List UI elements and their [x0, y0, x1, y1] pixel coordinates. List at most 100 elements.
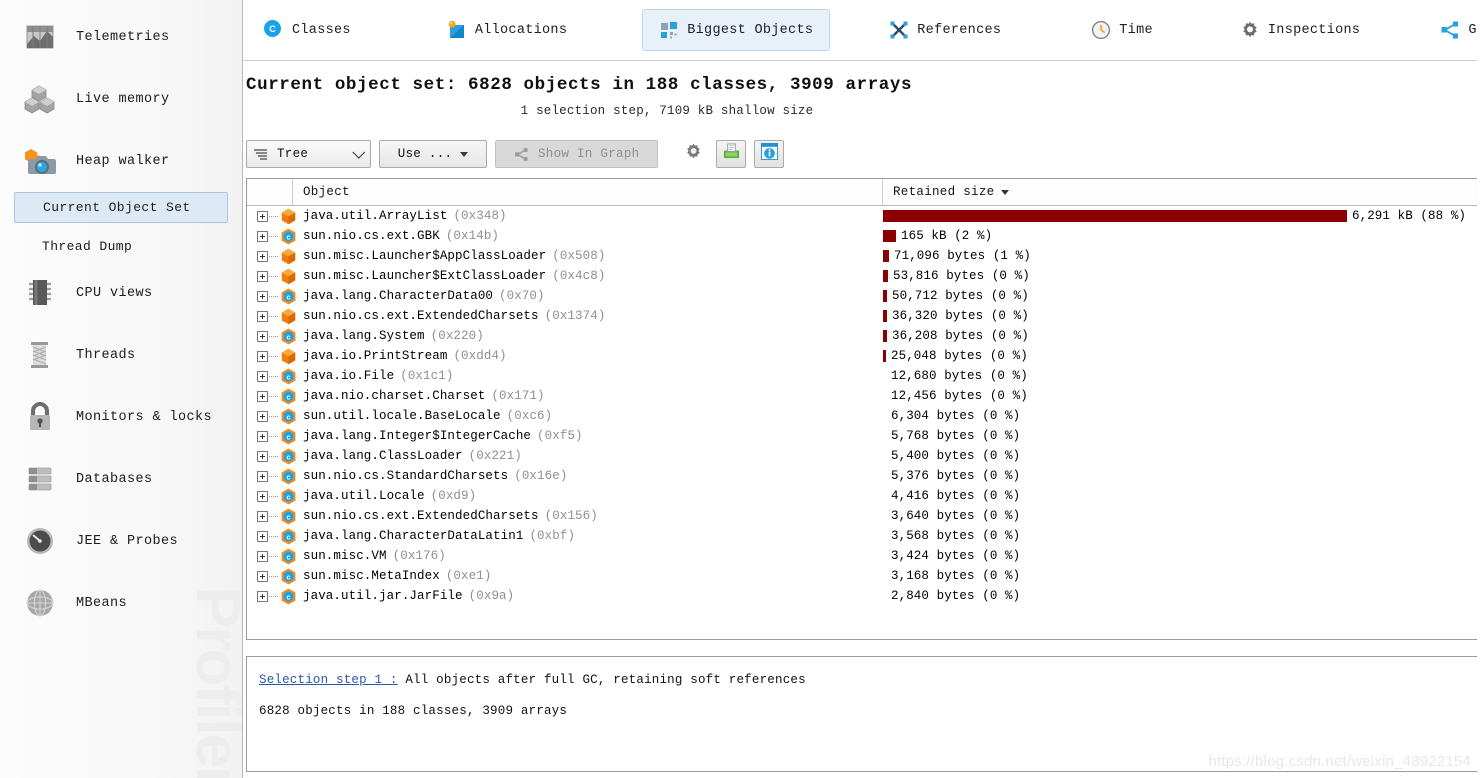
sidebar-item-monitors-locks[interactable]: Monitors & locks: [0, 386, 242, 448]
retained-size-text: 3,640 bytes (0 %): [891, 509, 1021, 523]
expand-icon[interactable]: [257, 210, 268, 222]
expand-icon[interactable]: [257, 370, 268, 382]
table-row[interactable]: c sun.nio.cs.ext.GBK (0x14b) 165 kB (2 %): [247, 226, 1477, 246]
sidebar-item-mbeans[interactable]: MBeans: [0, 572, 242, 634]
table-row[interactable]: c java.util.jar.JarFile (0x9a) 2,840 bytes …: [247, 586, 1477, 606]
expand-icon[interactable]: [257, 450, 268, 462]
expand-icon[interactable]: [257, 490, 268, 502]
expand-icon[interactable]: [257, 470, 268, 482]
table-row[interactable]: c java.io.File (0x1c1) 12,680 bytes (0 %): [247, 366, 1477, 386]
retained-size-text: 12,456 bytes (0 %): [891, 389, 1028, 403]
tab-label: References: [917, 22, 1002, 38]
cell-object: java.io.PrintStream (0xdd4): [247, 346, 883, 366]
table-row[interactable]: java.util.ArrayList (0x348) 6,291 kB (88 %…: [247, 206, 1477, 226]
retained-size-text: 3,168 bytes (0 %): [891, 569, 1021, 583]
table-row[interactable]: c java.lang.System (0x220) 36,208 bytes (0 …: [247, 326, 1477, 346]
info-icon: [760, 142, 779, 166]
table-row[interactable]: c sun.util.locale.BaseLocale (0xc6) 6,304 b…: [247, 406, 1477, 426]
selection-step-line: Selection step 1 : All objects after ful…: [259, 673, 1465, 687]
table-row[interactable]: c java.lang.CharacterData00 (0x70) 50,712 b…: [247, 286, 1477, 306]
class-circle-icon: C: [264, 20, 284, 40]
column-header-retained-size[interactable]: Retained size: [883, 179, 1477, 205]
tab-inspections[interactable]: Inspections: [1223, 9, 1377, 51]
table-row[interactable]: c java.lang.ClassLoader (0x221) 5,400 bytes…: [247, 446, 1477, 466]
cell-retained-size: 53,816 bytes (0 %): [883, 266, 1477, 286]
cell-retained-size: 3,168 bytes (0 %): [883, 566, 1477, 586]
object-address: (0x221): [468, 449, 522, 463]
graph-icon: [1440, 20, 1460, 40]
table-row[interactable]: c java.nio.charset.Charset (0x171) 12,456 b…: [247, 386, 1477, 406]
table-row[interactable]: c java.lang.Integer$IntegerCache (0xf5) 5,7…: [247, 426, 1477, 446]
expand-icon[interactable]: [257, 390, 268, 402]
expand-icon[interactable]: [257, 570, 268, 582]
table-row[interactable]: c sun.misc.VM (0x176) 3,424 bytes (0 %): [247, 546, 1477, 566]
use-button[interactable]: Use ...: [379, 140, 487, 168]
tab-biggest-objects[interactable]: Biggest Objects: [642, 9, 831, 51]
telemetries-icon: [20, 17, 60, 57]
object-name: java.util.ArrayList: [303, 209, 448, 223]
tab-references[interactable]: References: [872, 9, 1018, 51]
tab-graph[interactable]: Graph: [1423, 9, 1481, 51]
sidebar-item-threads[interactable]: Threads: [0, 324, 242, 386]
cell-object: c java.lang.System (0x220): [247, 326, 883, 346]
sidebar-item-telemetries[interactable]: Telemetries: [0, 6, 242, 68]
header: Current object set: 6828 objects in 188 …: [243, 61, 1481, 118]
svg-text:c: c: [286, 452, 290, 461]
expand-icon[interactable]: [257, 430, 268, 442]
show-in-graph-button[interactable]: Show In Graph: [495, 140, 659, 168]
sidebar-item-current-object-set[interactable]: Current Object Set: [14, 192, 228, 223]
expand-icon[interactable]: [257, 590, 268, 602]
expand-icon[interactable]: [257, 350, 268, 362]
table-row[interactable]: sun.misc.Launcher$ExtClassLoader (0x4c8) 5…: [247, 266, 1477, 286]
expand-icon[interactable]: [257, 230, 268, 242]
table-row[interactable]: c sun.nio.cs.StandardCharsets (0x16e) 5,376…: [247, 466, 1477, 486]
info-button[interactable]: [754, 140, 785, 168]
cell-object: c java.util.jar.JarFile (0x9a): [247, 586, 883, 606]
expand-icon[interactable]: [257, 410, 268, 422]
retained-size-text: 50,712 bytes (0 %): [892, 289, 1029, 303]
table-row[interactable]: c java.lang.CharacterDataLatin1 (0xbf) 3,56…: [247, 526, 1477, 546]
sidebar-item-label: Heap walker: [76, 153, 170, 169]
tab-classes[interactable]: C Classes: [247, 9, 368, 51]
cell-retained-size: 5,768 bytes (0 %): [883, 426, 1477, 446]
sidebar-item-jee-probes[interactable]: JEE & Probes: [0, 510, 242, 572]
sidebar-item-label: Telemetries: [76, 29, 170, 45]
svg-text:c: c: [286, 412, 290, 421]
table-row[interactable]: sun.nio.cs.ext.ExtendedCharsets (0x1374) 3…: [247, 306, 1477, 326]
tab-time[interactable]: Time: [1074, 9, 1170, 51]
sidebar-item-heap-walker[interactable]: Heap walker: [0, 130, 242, 192]
table-row[interactable]: c java.util.Locale (0xd9) 4,416 bytes (0 %): [247, 486, 1477, 506]
cell-object: c java.nio.charset.Charset (0x171): [247, 386, 883, 406]
column-header-object[interactable]: Object: [293, 179, 883, 205]
table-row[interactable]: sun.misc.Launcher$AppClassLoader (0x508) 7…: [247, 246, 1477, 266]
svg-text:c: c: [286, 532, 290, 541]
expand-icon[interactable]: [257, 310, 268, 322]
settings-button[interactable]: [678, 140, 708, 168]
sidebar-item-cpu-views[interactable]: CPU views: [0, 262, 242, 324]
sidebar-item-databases[interactable]: Databases: [0, 448, 242, 510]
expand-icon[interactable]: [257, 530, 268, 542]
expand-icon[interactable]: [257, 250, 268, 262]
class-icon: c: [280, 328, 297, 345]
expand-icon[interactable]: [257, 270, 268, 282]
view-mode-select[interactable]: Tree: [246, 140, 371, 168]
selection-step-link[interactable]: Selection step 1 :: [259, 673, 398, 687]
table-row[interactable]: c sun.misc.MetaIndex (0xe1) 3,168 bytes (0 …: [247, 566, 1477, 586]
object-address: (0xdd4): [453, 349, 507, 363]
sidebar-item-live-memory[interactable]: Live memory: [0, 68, 242, 130]
expand-icon[interactable]: [257, 290, 268, 302]
object-name: java.lang.Integer$IntegerCache: [303, 429, 532, 443]
retained-size-bar: [883, 230, 896, 242]
sidebar-item-thread-dump[interactable]: Thread Dump: [14, 231, 228, 262]
expand-icon[interactable]: [257, 510, 268, 522]
tab-allocations[interactable]: Allocations: [430, 9, 584, 51]
cell-retained-size: 4,416 bytes (0 %): [883, 486, 1477, 506]
cell-object: sun.misc.Launcher$AppClassLoader (0x508): [247, 246, 883, 266]
export-button[interactable]: [716, 140, 747, 168]
expand-icon[interactable]: [257, 330, 268, 342]
table-row[interactable]: java.io.PrintStream (0xdd4) 25,048 bytes (…: [247, 346, 1477, 366]
jprofiler-window: Profiler Telemetries Live memory Heap wa…: [0, 0, 1481, 778]
expand-icon[interactable]: [257, 550, 268, 562]
cell-retained-size: 3,568 bytes (0 %): [883, 526, 1477, 546]
table-row[interactable]: c sun.nio.cs.ext.ExtendedCharsets (0x156) 3…: [247, 506, 1477, 526]
